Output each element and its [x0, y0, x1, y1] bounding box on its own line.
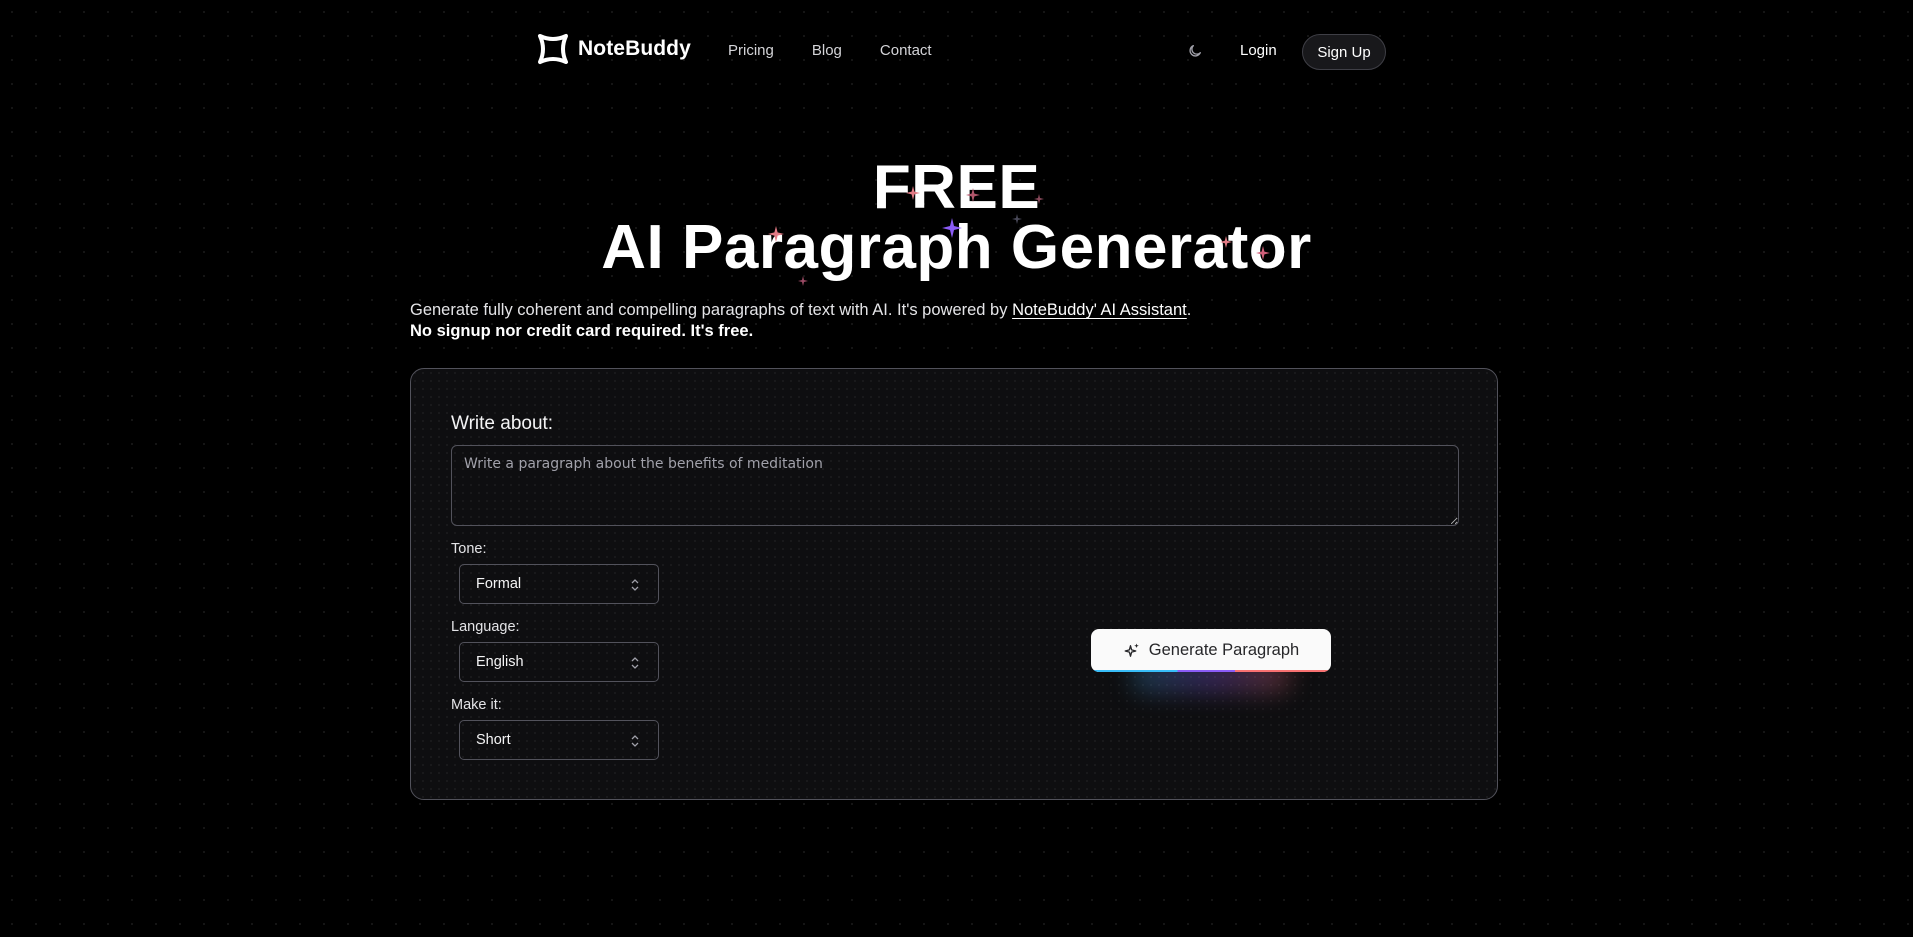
sparkle-icon: [798, 276, 808, 286]
sparkles-icon: [1124, 643, 1139, 657]
length-label: Make it:: [451, 697, 502, 713]
sparkle-icon: [906, 186, 920, 200]
generate-label: Generate Paragraph: [1148, 641, 1300, 659]
subtitle-suffix: .: [1186, 301, 1192, 319]
ai-assistant-link[interactable]: NoteBuddy' AI Assistant: [1012, 301, 1187, 319]
tone-select[interactable]: Formal: [459, 564, 659, 604]
tone-value: Formal: [476, 576, 522, 592]
sparkle-icon: [768, 226, 784, 242]
sparkle-icon: [966, 188, 980, 202]
length-value: Short: [476, 732, 511, 748]
hero-subtitle-bold: No signup nor credit card required. It's…: [410, 322, 754, 340]
top-nav: NoteBuddy Pricing Blog Contact Login Sig…: [0, 0, 1913, 104]
language-label: Language:: [451, 619, 520, 635]
chevron-up-down-icon: [631, 657, 639, 669]
sparkle-icon: [1034, 194, 1044, 204]
nav-links: Pricing Blog Contact: [728, 42, 932, 59]
sparkle-icon: [1220, 236, 1232, 248]
nav-link-blog[interactable]: Blog: [812, 42, 842, 59]
tone-label: Tone:: [451, 541, 487, 557]
star-logo-icon: [538, 34, 568, 64]
generator-card: Write about: Tone: Formal Language: Engl…: [410, 368, 1498, 800]
write-about-label: Write about:: [451, 413, 554, 434]
chevron-up-down-icon: [631, 579, 639, 591]
brand-name: NoteBuddy: [578, 37, 691, 60]
subtitle-text: Generate fully coherent and compelling p…: [410, 301, 1013, 319]
sparkle-icon: [1256, 246, 1270, 260]
generate-button-wrapper: Generate Paragraph: [1091, 629, 1331, 709]
sparkle-icon: [1012, 214, 1022, 224]
hero-title-line1: FREE: [872, 153, 1041, 222]
nav-link-contact[interactable]: Contact: [880, 42, 932, 59]
language-select[interactable]: English: [459, 642, 659, 682]
signup-button[interactable]: Sign Up: [1302, 34, 1386, 70]
generate-paragraph-button[interactable]: Generate Paragraph: [1091, 629, 1331, 672]
language-value: English: [476, 654, 524, 670]
nav-link-pricing[interactable]: Pricing: [728, 42, 774, 59]
moon-icon: [1189, 45, 1201, 57]
hero-subtitle: Generate fully coherent and compelling p…: [410, 298, 1191, 322]
chevron-up-down-icon: [631, 735, 639, 747]
length-select[interactable]: Short: [459, 720, 659, 760]
prompt-input[interactable]: [451, 445, 1459, 526]
sparkle-icon: [942, 218, 962, 238]
theme-toggle-button[interactable]: [1184, 40, 1206, 62]
login-link[interactable]: Login: [1240, 42, 1277, 59]
brand-logo-link[interactable]: NoteBuddy: [536, 32, 691, 66]
